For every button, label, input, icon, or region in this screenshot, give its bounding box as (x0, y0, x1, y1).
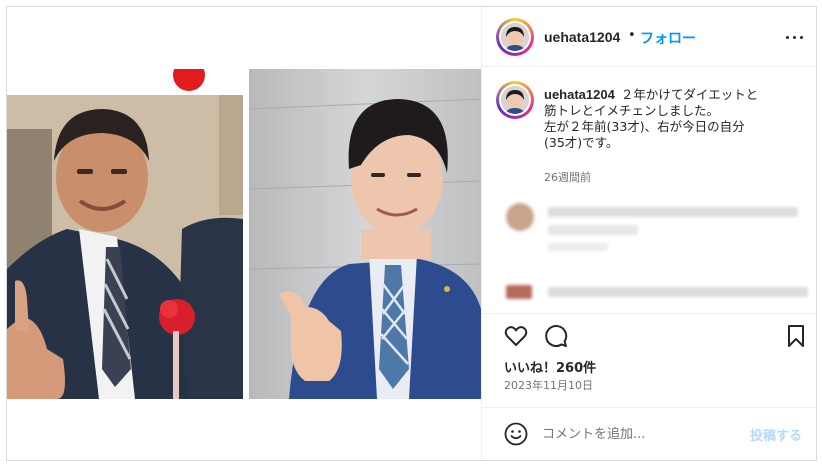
caption-line: ２年かけてダイエットと (620, 87, 759, 102)
instagram-post-embed: uehata1204 • フォロー uehata1204 ２年かけてダイエットと… (6, 6, 817, 461)
avatar-ring-inner (499, 84, 531, 116)
after-photo-illustration (249, 69, 481, 399)
separator-dot: • (628, 28, 636, 43)
caption-text: uehata1204 ２年かけてダイエットと 筋トレとイメチェンしました。 左が２… (544, 87, 806, 151)
heart-icon[interactable] (504, 324, 528, 348)
avatar-photo (501, 86, 529, 114)
post-comment-button[interactable]: 投稿する (750, 425, 802, 444)
before-photo-illustration (7, 69, 243, 399)
blurred-text (548, 207, 798, 217)
after-photo (249, 69, 481, 399)
caption-line: 左が２年前(33才)、右が今日の自分 (544, 119, 745, 134)
post-date: 2023年11月10日 (504, 379, 593, 392)
more-options-icon[interactable] (784, 29, 806, 45)
post-details-panel: uehata1204 • フォロー uehata1204 ２年かけてダイエットと… (481, 7, 816, 460)
caption-username[interactable]: uehata1204 (544, 87, 615, 102)
blurred-text (548, 287, 808, 297)
more-dot (786, 36, 789, 39)
caption-line: 筋トレとイメチェンしました。 (544, 103, 720, 118)
avatar-image (501, 23, 529, 51)
blurred-avatar (506, 203, 534, 231)
blurred-text (548, 243, 608, 251)
follow-button[interactable]: フォロー (640, 28, 696, 48)
avatar[interactable] (496, 18, 534, 56)
avatar-image (501, 86, 529, 114)
post-media[interactable] (7, 7, 481, 460)
comment-bubble-icon[interactable] (544, 324, 568, 348)
blurred-avatar (506, 285, 532, 299)
caption-avatar[interactable] (496, 81, 534, 119)
blurred-comment (496, 203, 808, 251)
comment-bar: 投稿する (482, 407, 816, 460)
more-dot (800, 36, 803, 39)
avatar-photo (501, 23, 529, 51)
blurred-text (548, 225, 638, 235)
avatar-ring-inner (499, 21, 531, 53)
more-dot (793, 36, 796, 39)
header-username[interactable]: uehata1204 (544, 29, 620, 45)
bookmark-icon[interactable] (784, 324, 808, 348)
caption-timestamp: 26週間前 (544, 171, 591, 184)
emoji-icon[interactable] (504, 422, 528, 446)
caption-line: (35才)です。 (544, 135, 619, 150)
before-photo (7, 69, 243, 399)
likes-count[interactable]: いいね！260件 (504, 357, 596, 376)
action-bar (482, 313, 816, 353)
post-header: uehata1204 • フォロー (482, 7, 816, 67)
comment-input[interactable] (542, 424, 742, 444)
